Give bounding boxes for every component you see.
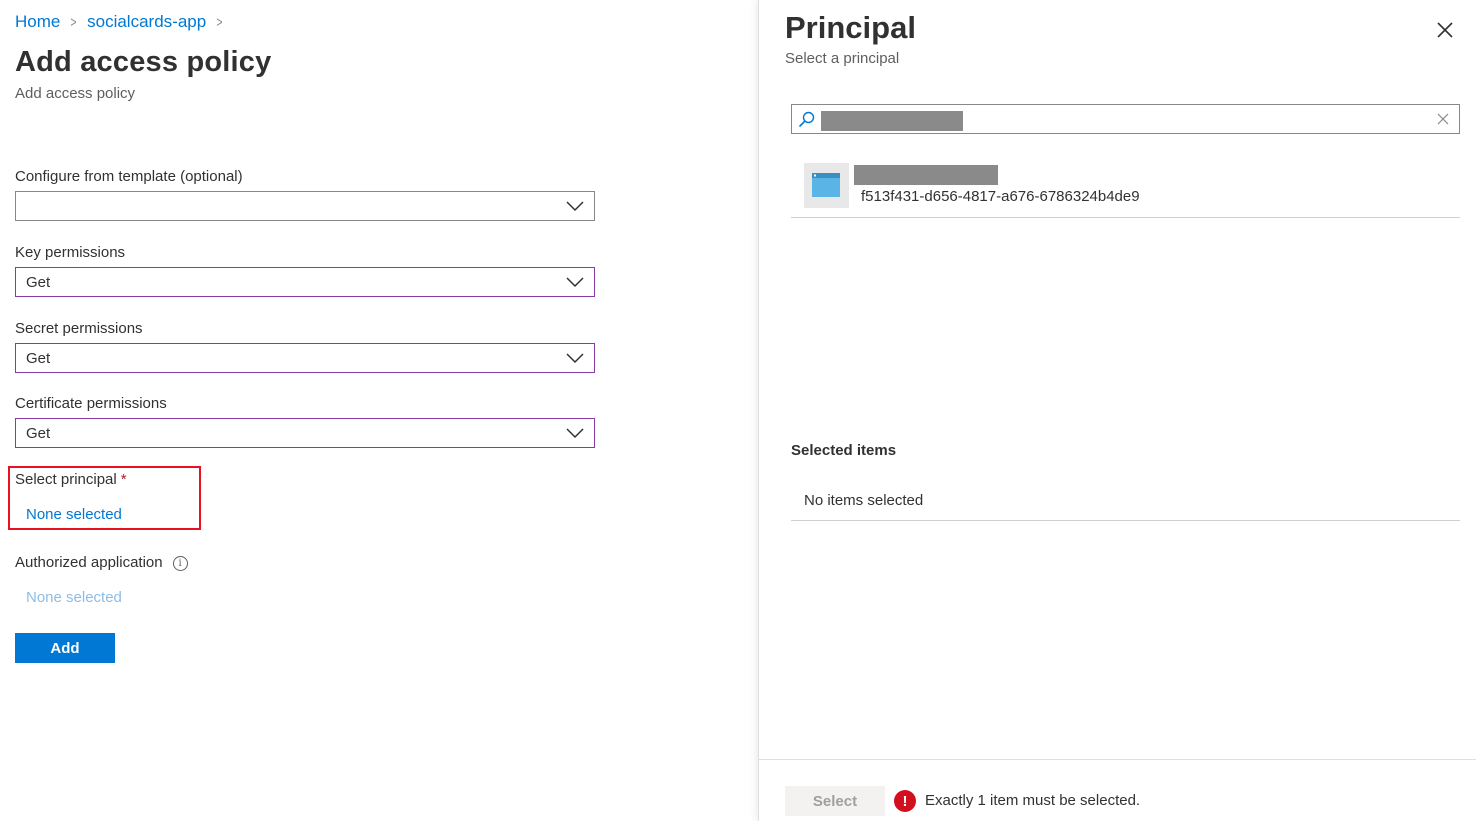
- redacted-principal-name: [854, 165, 998, 185]
- select-principal-label-text: Select principal: [15, 471, 117, 488]
- principal-result-id: f513f431-d656-4817-a676-6786324b4de9: [861, 188, 1140, 205]
- close-icon[interactable]: [1435, 20, 1455, 40]
- key-permissions-label: Key permissions: [15, 244, 126, 261]
- search-icon: [798, 111, 815, 128]
- certificate-permissions-value: Get: [26, 424, 51, 442]
- authorized-application-link: None selected: [26, 589, 122, 606]
- secret-permissions-dropdown[interactable]: Get: [15, 343, 595, 373]
- validation-error-message: Exactly 1 item must be selected.: [925, 792, 1141, 809]
- chevron-down-icon: [566, 277, 584, 288]
- panel-title: Principal: [785, 10, 916, 45]
- select-principal-label: Select principal *: [15, 471, 127, 488]
- page-title: Add access policy: [15, 46, 272, 78]
- app-icon: [804, 163, 849, 208]
- breadcrumb: Home > socialcards-app >: [15, 12, 233, 32]
- template-dropdown[interactable]: [15, 191, 595, 221]
- panel-subtitle: Select a principal: [785, 50, 900, 67]
- chevron-down-icon: [566, 353, 584, 364]
- info-icon[interactable]: i: [172, 555, 188, 571]
- authorized-application-label: Authorized application i: [15, 554, 188, 571]
- add-button[interactable]: Add: [15, 633, 115, 663]
- selected-items-heading: Selected items: [791, 442, 897, 459]
- breadcrumb-chevron-icon: >: [216, 13, 223, 31]
- chevron-down-icon: [566, 201, 584, 212]
- select-button[interactable]: Select: [785, 786, 885, 816]
- authorized-application-label-text: Authorized application: [15, 554, 163, 571]
- breadcrumb-resource-link[interactable]: socialcards-app: [87, 12, 206, 32]
- breadcrumb-chevron-icon: >: [70, 13, 77, 31]
- page-subtitle: Add access policy: [15, 85, 136, 102]
- principal-result-row[interactable]: f513f431-d656-4817-a676-6786324b4de9: [791, 160, 1460, 218]
- breadcrumb-home-link[interactable]: Home: [15, 12, 60, 32]
- selected-items-list: No items selected: [791, 482, 1460, 521]
- principal-panel: Principal Select a principal f513f431-d6…: [758, 0, 1476, 821]
- clear-search-icon[interactable]: [1437, 113, 1449, 125]
- secret-permissions-value: Get: [26, 349, 51, 367]
- secret-permissions-label: Secret permissions: [15, 320, 143, 337]
- key-permissions-dropdown[interactable]: Get: [15, 267, 595, 297]
- certificate-permissions-label: Certificate permissions: [15, 395, 167, 412]
- no-items-selected-text: No items selected: [804, 492, 924, 509]
- chevron-down-icon: [566, 428, 584, 439]
- error-icon: !: [894, 790, 916, 812]
- required-marker: *: [120, 471, 127, 488]
- certificate-permissions-dropdown[interactable]: Get: [15, 418, 595, 448]
- key-permissions-value: Get: [26, 273, 51, 291]
- principal-search-input[interactable]: [791, 104, 1460, 134]
- add-access-policy-blade: Home > socialcards-app > Add access poli…: [0, 0, 758, 821]
- select-principal-link[interactable]: None selected: [26, 506, 122, 523]
- panel-footer: Select ! Exactly 1 item must be selected…: [759, 759, 1476, 821]
- redacted-search-text: [821, 111, 963, 131]
- template-label: Configure from template (optional): [15, 168, 243, 185]
